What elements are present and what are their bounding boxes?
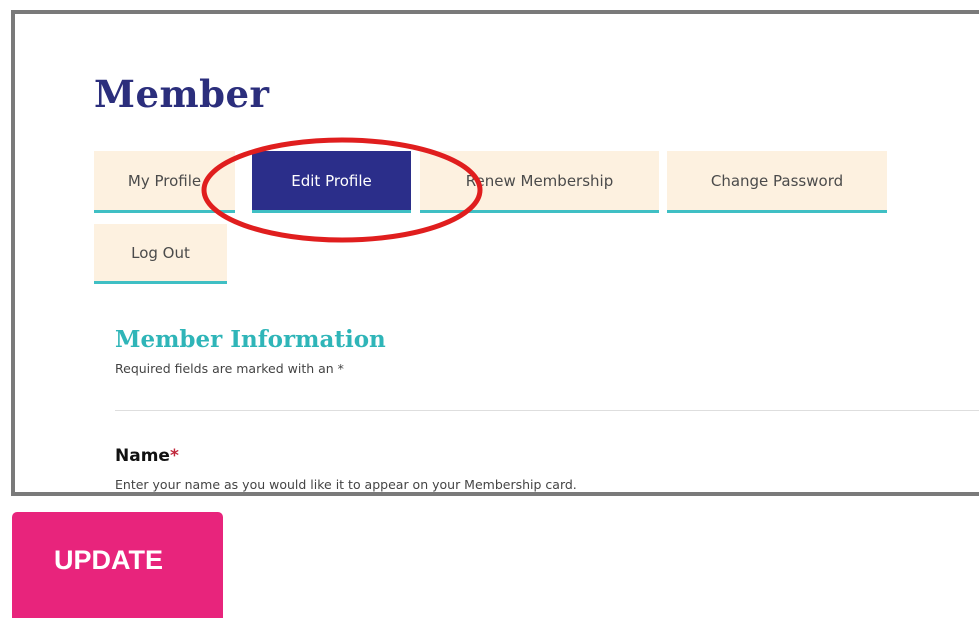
tab-my-profile[interactable]: My Profile xyxy=(94,151,235,213)
page-title: Member xyxy=(94,72,270,116)
name-field-label: Name* xyxy=(115,446,179,466)
tab-renew-membership[interactable]: Renew Membership xyxy=(420,151,659,213)
tab-edit-profile[interactable]: Edit Profile xyxy=(252,151,411,213)
required-fields-note: Required fields are marked with an * xyxy=(115,361,344,376)
member-information-title: Member Information xyxy=(115,326,386,353)
update-button[interactable]: UPDATE xyxy=(12,512,223,618)
name-field-help: Enter your name as you would like it to … xyxy=(115,477,577,492)
required-marker: * xyxy=(169,446,179,466)
name-label-text: Name xyxy=(115,446,170,466)
tab-log-out[interactable]: Log Out xyxy=(94,224,227,284)
tab-change-password[interactable]: Change Password xyxy=(667,151,887,213)
screenshot-frame: Member My Profile Edit Profile Renew Mem… xyxy=(11,10,979,496)
divider xyxy=(115,410,979,411)
